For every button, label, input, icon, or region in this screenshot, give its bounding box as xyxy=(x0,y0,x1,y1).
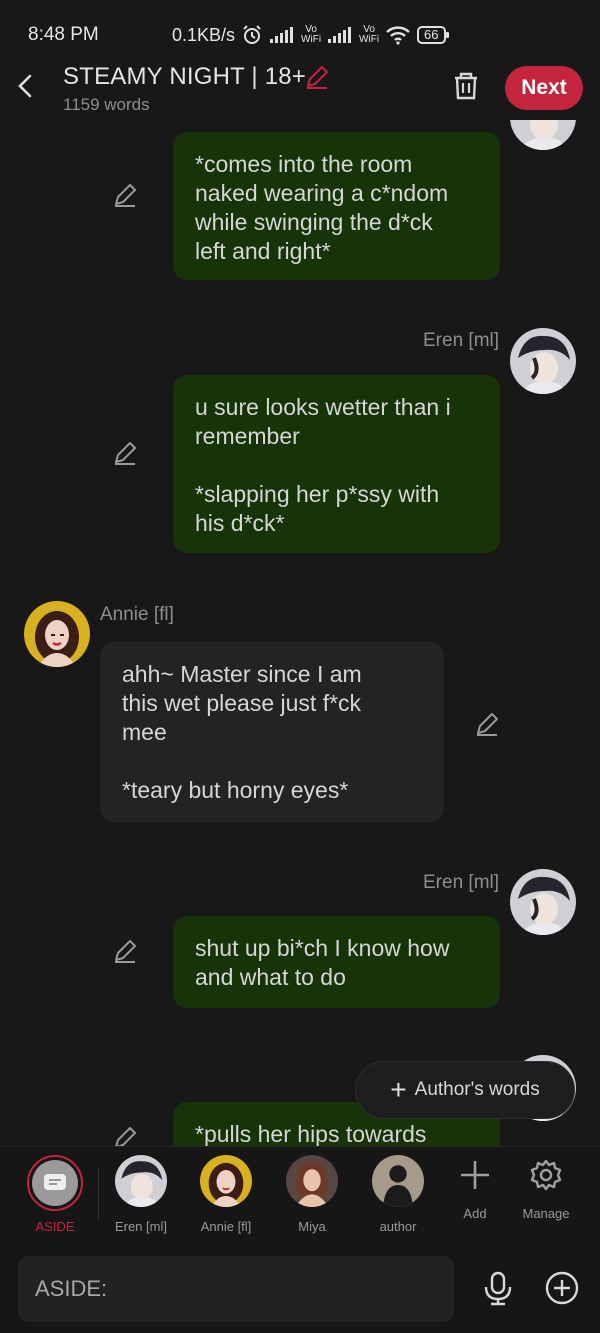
status-bar: 8:48 PM 0.1KB/s Vo WiFi Vo WiFi 66 xyxy=(0,0,600,60)
message-bubble[interactable]: shut up bi*ch I know how and what to do xyxy=(173,916,500,1008)
edit-message-icon[interactable] xyxy=(112,1125,138,1146)
word-count: 1159 words xyxy=(63,95,150,114)
trash-icon[interactable] xyxy=(451,70,481,102)
chat-header: STEAMY NIGHT | 18+ 1159 words Next xyxy=(0,60,600,120)
roster-divider xyxy=(98,1167,99,1221)
back-arrow-icon[interactable] xyxy=(14,70,38,102)
message-bubble[interactable]: ahh~ Master since I am this wet please j… xyxy=(100,642,444,822)
vowifi-1: Vo WiFi xyxy=(301,24,322,45)
roster-label: Miya xyxy=(298,1219,326,1234)
sender-name: Eren [ml] xyxy=(423,872,500,893)
roster-item-eren[interactable]: Eren [ml] xyxy=(101,1155,181,1234)
chat-area[interactable]: *comes into the room naked wearing a c*n… xyxy=(0,120,600,1146)
roster-label: Add xyxy=(463,1206,487,1221)
wifi-icon xyxy=(386,26,410,45)
manage-button[interactable]: Manage xyxy=(506,1155,586,1221)
edit-message-icon[interactable] xyxy=(112,182,138,208)
edit-message-icon[interactable] xyxy=(112,440,138,466)
plus-icon xyxy=(461,1161,489,1189)
avatar-eren[interactable] xyxy=(510,328,576,394)
avatar-annie[interactable] xyxy=(24,601,90,667)
composer xyxy=(0,1242,600,1333)
avatar-eren xyxy=(115,1155,167,1207)
signal-icon xyxy=(270,27,294,43)
character-roster: ASIDE Eren [ml] Annie [fl] Miya author A… xyxy=(0,1146,600,1242)
edit-title-icon[interactable] xyxy=(304,64,330,90)
roster-item-aside[interactable]: ASIDE xyxy=(15,1155,95,1234)
avatar-eren[interactable] xyxy=(510,869,576,935)
avatar-author xyxy=(372,1155,424,1207)
alarm-icon xyxy=(243,25,261,44)
avatar-miya xyxy=(286,1155,338,1207)
roster-label: Manage xyxy=(522,1206,570,1221)
message-bubble[interactable]: u sure looks wetter than i remember *sla… xyxy=(173,375,500,553)
sender-name: Eren [ml] xyxy=(423,330,500,351)
roster-item-author[interactable]: author xyxy=(358,1155,438,1234)
avatar-annie xyxy=(200,1155,252,1207)
signal-icon xyxy=(328,27,352,43)
status-time: 8:48 PM xyxy=(28,24,99,45)
roster-item-miya[interactable]: Miya xyxy=(272,1155,352,1234)
roster-item-annie[interactable]: Annie [fl] xyxy=(186,1155,266,1234)
add-character-button[interactable]: Add xyxy=(435,1155,515,1221)
plus-icon: + xyxy=(390,1074,407,1105)
battery-icon: 66 xyxy=(417,26,450,44)
authors-words-label: Author's words xyxy=(414,1079,540,1100)
roster-label: Annie [fl] xyxy=(200,1219,252,1234)
next-button[interactable]: Next xyxy=(505,66,583,110)
roster-label: author xyxy=(379,1219,417,1234)
add-circle-icon[interactable] xyxy=(544,1270,580,1306)
avatar-eren[interactable] xyxy=(510,120,576,150)
gear-icon xyxy=(530,1159,562,1191)
sender-name: Annie [fl] xyxy=(100,604,174,625)
page-title: STEAMY NIGHT | 18+ xyxy=(63,63,307,90)
aside-avatar xyxy=(27,1155,83,1211)
roster-label: Eren [ml] xyxy=(114,1219,167,1234)
net-speed: 0.1KB/s xyxy=(172,24,236,45)
authors-words-button[interactable]: + Author's words xyxy=(355,1061,575,1119)
speech-bubble-icon xyxy=(44,1174,66,1190)
edit-message-icon[interactable] xyxy=(474,711,500,737)
microphone-icon[interactable] xyxy=(480,1270,516,1306)
vowifi-2: Vo WiFi xyxy=(359,24,380,45)
message-bubble[interactable]: *comes into the room naked wearing a c*n… xyxy=(173,132,500,280)
message-input[interactable] xyxy=(18,1256,454,1322)
status-icons: 0.1KB/s Vo WiFi Vo WiFi 66 xyxy=(172,24,450,46)
roster-label: ASIDE xyxy=(35,1219,75,1234)
edit-message-icon[interactable] xyxy=(112,938,138,964)
